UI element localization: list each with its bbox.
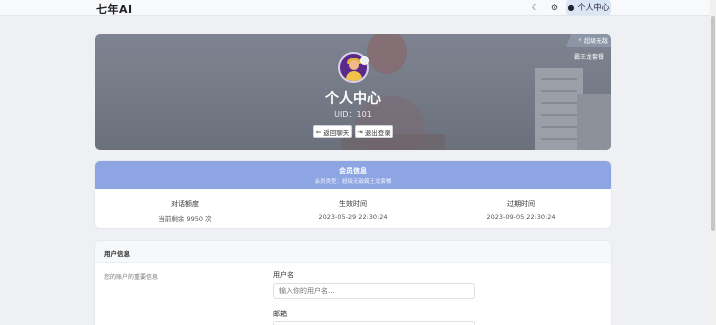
vip-badge: ⚡ 超级无敌: [566, 34, 611, 47]
stat-label: 生效时间: [339, 200, 367, 208]
page-title: 个人中心: [325, 91, 381, 107]
theme-toggle-button[interactable]: ☾: [527, 0, 544, 15]
stat-value: 当前剩余 9950 次: [158, 215, 212, 223]
user-icon: ●: [567, 3, 575, 12]
banner-background-decoration: [367, 34, 407, 74]
stat-value: 2023-05-29 22:30:24: [318, 213, 388, 221]
logout-button[interactable]: ⇥ 退出登录: [355, 125, 393, 138]
gear-icon: ⚙: [550, 3, 559, 12]
email-field[interactable]: [273, 321, 475, 325]
avatar-edit-icon[interactable]: [360, 56, 369, 65]
brand-logo[interactable]: 七年AI: [96, 1, 133, 17]
user-center-button[interactable]: ● 个人中心: [566, 0, 611, 15]
membership-title: 会员信息: [339, 167, 367, 175]
membership-card: 会员信息 会员类型：超级无敌霸王龙套餐 对话额度 当前剩余 9950 次 生效时…: [95, 161, 611, 228]
banner-background-decoration: [577, 94, 611, 150]
user-info-card: 用户信息 您的账户的重要信息 用户名 邮箱: [95, 241, 611, 325]
membership-type: 会员类型：超级无敌霸王龙套餐: [314, 179, 392, 185]
stat-expire-time: 过期时间 2023-09-05 22:30:24: [451, 199, 591, 221]
back-to-chat-button[interactable]: ⇐ 返回聊天: [313, 125, 352, 138]
stat-start-time: 生效时间 2023-05-29 22:30:24: [283, 199, 423, 221]
user-info-header: 用户信息: [95, 241, 611, 263]
stat-value: 2023-09-05 22:30:24: [486, 213, 556, 221]
scrollbar-thumb[interactable]: [711, 16, 715, 231]
user-info-title: 用户信息: [104, 250, 130, 258]
lightning-icon: ⚡: [577, 37, 582, 44]
email-label: 邮箱: [273, 310, 287, 318]
stat-label: 对话额度: [171, 200, 199, 208]
logout-icon: ⇥: [357, 127, 363, 136]
vip-package-label: 霸王龙套餐: [574, 54, 605, 61]
banner-background-decoration: [535, 68, 583, 150]
membership-header: 会员信息 会员类型：超级无敌霸王龙套餐: [95, 161, 611, 189]
user-info-description: 您的账户的重要信息: [104, 274, 159, 281]
vip-badge-label: 超级无敌: [583, 38, 608, 45]
stat-quota: 对话额度 当前剩余 9950 次: [115, 199, 255, 223]
top-navbar: 七年AI ☾ ⚙ ● 个人中心: [0, 0, 710, 16]
back-to-chat-label: 返回聊天: [323, 128, 350, 137]
username-input[interactable]: [273, 283, 475, 299]
arrow-left-icon: ⇐: [315, 127, 322, 136]
stat-label: 过期时间: [507, 200, 535, 208]
user-center-label: 个人中心: [577, 3, 610, 12]
user-id: UID：101: [334, 110, 372, 119]
moon-icon: ☾: [531, 3, 540, 12]
logout-label: 退出登录: [364, 128, 391, 137]
username-label: 用户名: [273, 271, 294, 279]
settings-button[interactable]: ⚙: [546, 0, 563, 15]
